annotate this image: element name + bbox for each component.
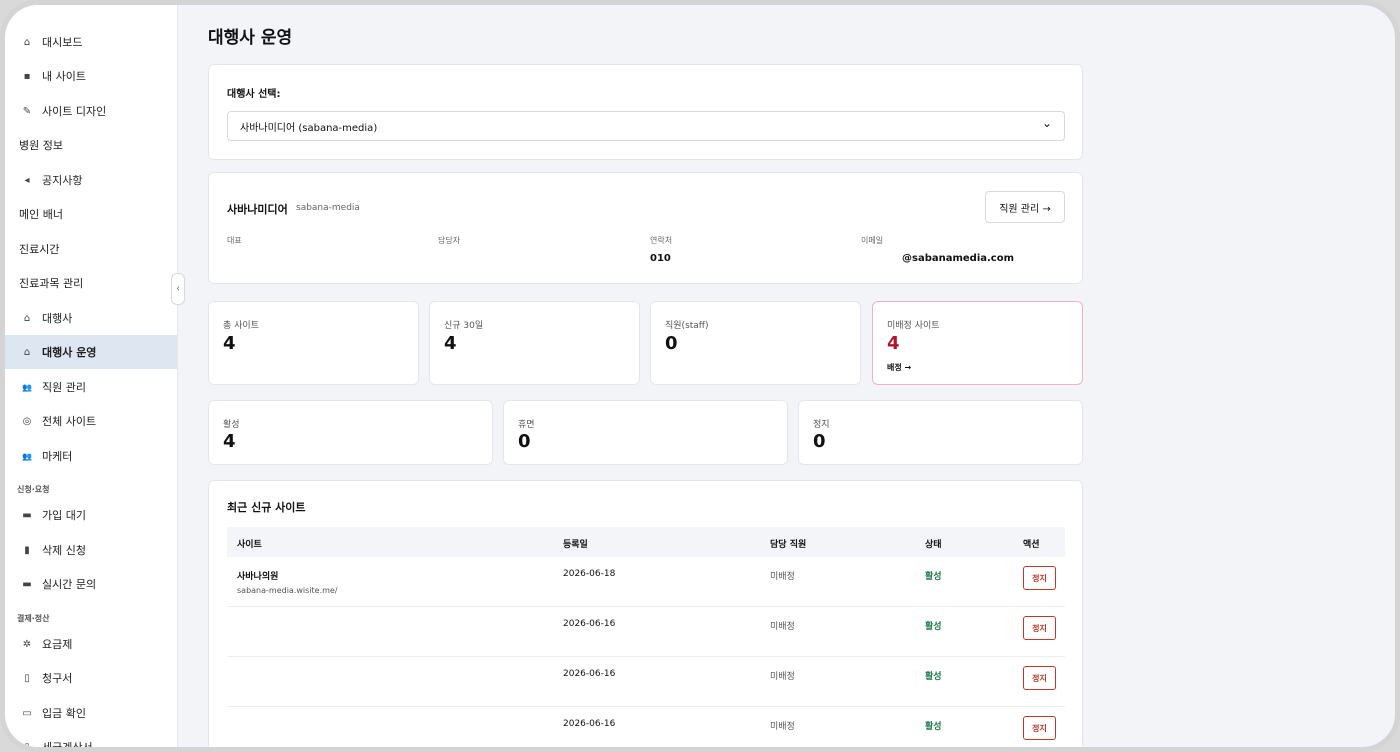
status-badge: 활성 <box>925 672 942 682</box>
site-date: 2026-06-16 <box>563 619 616 629</box>
agency-select[interactable]: 사바나미디어 (sabana-media) ⌄ <box>227 111 1065 141</box>
status-badge: 활성 <box>925 622 942 632</box>
stat-new-30-days: 신규 30일 4 <box>429 301 640 385</box>
status-badge: 활성 <box>925 722 942 732</box>
chevron-down-icon: ⌄ <box>1041 116 1052 130</box>
stat-active: 활성 4 <box>208 400 493 465</box>
wrench-icon: ✎ <box>22 105 32 117</box>
sidebar-item-departments[interactable]: 진료과목 관리 <box>5 266 177 300</box>
sidebar-item-invoices[interactable]: ▯ 청구서 <box>5 661 177 695</box>
column-header: 담당 직원 <box>770 540 807 550</box>
sidebar-item-dashboard[interactable]: ⌂ 대시보드 <box>5 25 177 59</box>
sidebar-item-plans[interactable]: ✲ 요금제 <box>5 627 177 661</box>
sidebar-item-marketer[interactable]: 👥 마케터 <box>5 439 177 473</box>
table-row: 사바나의원 sabana-media.wisite.me/ 2026-06-18… <box>227 557 1065 607</box>
sidebar-item-site-design[interactable]: ✎ 사이트 디자인 <box>5 94 177 128</box>
agency-code: sabana-media <box>296 203 360 213</box>
column-header: 등록일 <box>563 540 588 550</box>
users-icon: 👥 <box>22 451 32 461</box>
site-staff: 미배정 <box>770 672 795 682</box>
globe-icon: ◎ <box>22 415 32 427</box>
table-row: 2026-06-16 미배정 활성 정지 <box>227 707 1065 747</box>
agency-select-value: 사바나미디어 (sabana-media) <box>240 122 378 134</box>
sidebar-item-all-sites[interactable]: ◎ 전체 사이트 <box>5 404 177 438</box>
sidebar-item-hospital-info[interactable]: 병원 정보 <box>5 128 177 162</box>
inbox-icon: ▬ <box>22 578 32 590</box>
site-date: 2026-06-16 <box>563 719 616 729</box>
status-badge: 활성 <box>925 572 942 582</box>
stat-suspended: 정지 0 <box>798 400 1083 465</box>
agency-select-card: 대행사 선택: 사바나미디어 (sabana-media) ⌄ <box>208 64 1083 160</box>
staff-manage-button[interactable]: 직원 관리 → <box>985 191 1065 223</box>
gear-icon: ✲ <box>22 638 32 650</box>
agency-info-card: 사바나미디어 sabana-media 직원 관리 → 대표 담당자 연락처 0… <box>208 172 1083 284</box>
suspend-button[interactable]: 정지 <box>1023 716 1056 740</box>
page-title: 대행사 운영 <box>208 28 293 48</box>
sidebar-group-billing: 결제·정산 <box>17 614 50 623</box>
card-icon: ▭ <box>22 707 32 719</box>
stat-staff: 직원(staff) 0 <box>650 301 861 385</box>
column-header: 액션 <box>1023 540 1040 550</box>
sidebar-item-delete-requests[interactable]: ▮ 삭제 신청 <box>5 533 177 567</box>
table-row: 2026-06-16 미배정 활성 정지 <box>227 607 1065 657</box>
users-icon: 👥 <box>22 382 32 392</box>
sidebar-group-requests: 신청·요청 <box>17 485 50 494</box>
sidebar-item-staff[interactable]: 👥 직원 관리 <box>5 370 177 404</box>
home-icon: ⌂ <box>23 312 31 324</box>
info-manager: 담당자 <box>438 236 461 245</box>
sidebar-item-tax-invoice[interactable]: ▯ 세금계산서 <box>5 730 177 752</box>
site-url[interactable]: sabana-media.wisite.me/ <box>237 586 338 595</box>
column-header: 사이트 <box>237 540 262 550</box>
site-staff: 미배정 <box>770 622 795 632</box>
sidebar-item-signup-pending[interactable]: ▬ 가입 대기 <box>5 498 177 532</box>
site-staff: 미배정 <box>770 722 795 732</box>
stat-unassigned-sites: 미배정 사이트 4 배정 → <box>872 301 1083 385</box>
trash-icon: ▮ <box>24 544 30 556</box>
stat-total-sites: 총 사이트 4 <box>208 301 419 385</box>
suspend-button[interactable]: 정지 <box>1023 566 1056 590</box>
megaphone-icon: ◂ <box>24 174 30 186</box>
agency-name: 사바나미디어 <box>227 203 288 216</box>
info-email: 이메일 @sabanamedia.com <box>861 236 1015 264</box>
table-header: 사이트 등록일 담당 직원 상태 액션 <box>227 527 1065 557</box>
stat-dormant: 휴면 0 <box>503 400 788 465</box>
agency-select-label: 대행사 선택: <box>227 89 281 100</box>
inbox-icon: ▬ <box>22 509 32 521</box>
info-representative: 대표 <box>227 236 242 245</box>
sidebar-item-main-banner[interactable]: 메인 배너 <box>5 197 177 231</box>
sidebar-item-hours[interactable]: 진료시간 <box>5 232 177 266</box>
app-window: ⌂ 대시보드 ▪ 내 사이트 ✎ 사이트 디자인 병원 정보 ◂ 공지사항 메인 배너 … <box>0 0 1400 752</box>
site-staff: 미배정 <box>770 572 795 582</box>
sidebar-item-payment-confirm[interactable]: ▭ 입금 확인 <box>5 696 177 730</box>
site-date: 2026-06-16 <box>563 669 616 679</box>
sidebar-item-agency-ops[interactable]: ⌂ 대행사 운영 <box>5 335 177 369</box>
site-name[interactable]: 사바나의원 <box>237 569 278 582</box>
home-icon: ⌂ <box>23 36 31 48</box>
table-row: 2026-06-16 미배정 활성 정지 <box>227 657 1065 707</box>
file-icon: ▯ <box>24 672 30 684</box>
sidebar-item-notices[interactable]: ◂ 공지사항 <box>5 163 177 197</box>
info-contact: 연락처 010 <box>650 236 673 264</box>
suspend-button[interactable]: 정지 <box>1023 616 1056 640</box>
sidebar: ⌂ 대시보드 ▪ 내 사이트 ✎ 사이트 디자인 병원 정보 ◂ 공지사항 메인 배너 … <box>5 5 178 752</box>
sidebar-item-agency[interactable]: ⌂ 대행사 <box>5 301 177 335</box>
home-icon: ⌂ <box>23 346 31 358</box>
assign-link[interactable]: 배정 → <box>887 362 911 373</box>
column-header: 상태 <box>925 540 942 550</box>
grid-icon: ▪ <box>23 70 31 82</box>
suspend-button[interactable]: 정지 <box>1023 666 1056 690</box>
recent-sites-title: 최근 신규 사이트 <box>227 501 306 514</box>
file-icon: ▯ <box>24 741 30 752</box>
site-date: 2026-06-18 <box>563 569 616 579</box>
main-content: 대행사 운영 대행사 선택: 사바나미디어 (sabana-media) ⌄ 사… <box>183 5 1395 747</box>
sidebar-item-my-sites[interactable]: ▪ 내 사이트 <box>5 59 177 93</box>
recent-sites-card: 최근 신규 사이트 사이트 등록일 담당 직원 상태 액션 사바나의원 saba… <box>208 480 1083 747</box>
sidebar-item-live-inquiries[interactable]: ▬ 실시간 문의 <box>5 567 177 601</box>
